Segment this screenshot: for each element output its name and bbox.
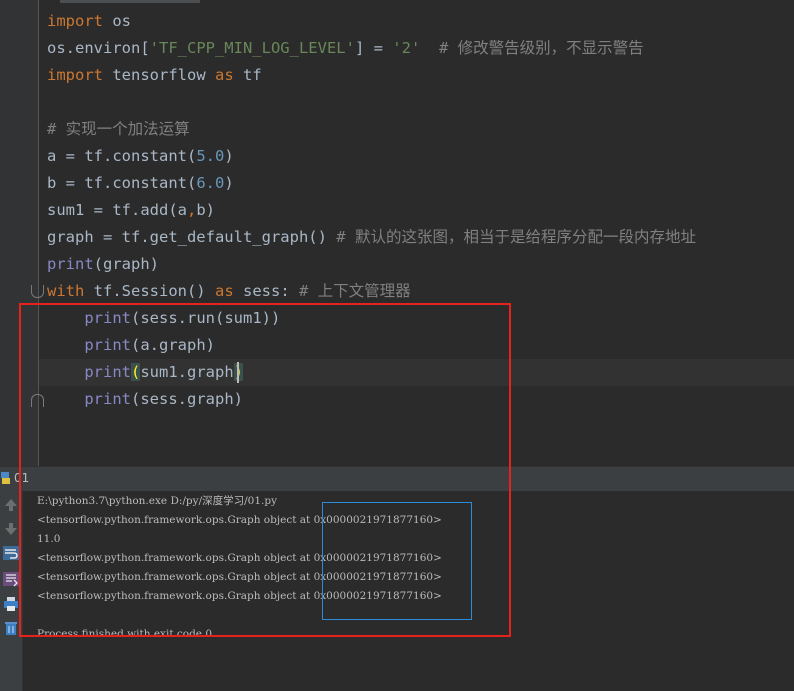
- code-token: os: [103, 12, 131, 30]
- code-token: (graph): [93, 255, 159, 273]
- code-token: b = tf.constant(: [47, 174, 197, 192]
- code-token: as: [214, 66, 234, 84]
- code-token: ,: [186, 201, 197, 219]
- code-line[interactable]: b = tf.constant(6.0): [47, 170, 234, 197]
- code-token: '2': [392, 39, 421, 57]
- code-token: graph = tf.get_default_graph(): [47, 228, 337, 246]
- code-token: tensorflow: [103, 66, 215, 84]
- code-token: a = tf.constant(: [47, 147, 197, 165]
- print-icon[interactable]: [2, 595, 20, 613]
- code-token: import: [47, 66, 103, 84]
- trash-icon[interactable]: [2, 619, 20, 637]
- code-line[interactable]: sum1 = tf.add(a,b): [47, 197, 215, 224]
- code-line[interactable]: graph = tf.get_default_graph() # 默认的这张图，…: [47, 224, 696, 251]
- code-token: # 修改警告级别，不显示警告: [420, 39, 644, 57]
- code-token: sum1 = tf.add(a: [47, 201, 187, 219]
- code-line[interactable]: import os: [47, 8, 131, 35]
- code-token: tf: [233, 66, 262, 84]
- code-token: with: [47, 282, 85, 300]
- code-line[interactable]: print(graph): [47, 251, 159, 278]
- code-token: os.environ[: [47, 39, 150, 57]
- soft-wrap-icon[interactable]: [2, 544, 20, 562]
- code-token: sess:: [233, 282, 299, 300]
- code-line[interactable]: os.environ['TF_CPP_MIN_LOG_LEVEL'] = '2'…: [47, 35, 644, 62]
- code-token: b): [196, 201, 215, 219]
- code-line[interactable]: # 实现一个加法运算: [47, 116, 190, 143]
- code-token: 5.0: [196, 147, 225, 165]
- code-token: as: [214, 282, 234, 300]
- code-line[interactable]: with tf.Session() as sess: # 上下文管理器: [47, 278, 411, 305]
- code-token: 6.0: [196, 174, 225, 192]
- blue-annotation-box: [322, 502, 472, 620]
- code-token: # 默认的这张图，相当于是给程序分配一段内存地址: [336, 228, 696, 246]
- code-token: # 实现一个加法运算: [47, 120, 190, 138]
- code-token: import: [47, 12, 103, 30]
- code-token: ): [224, 174, 234, 192]
- fold-marker-with-icon[interactable]: [31, 285, 44, 298]
- code-line[interactable]: a = tf.constant(5.0): [47, 143, 234, 170]
- editor-tab-strip: [60, 0, 200, 3]
- code-token: 'TF_CPP_MIN_LOG_LEVEL': [149, 39, 355, 57]
- up-arrow-icon[interactable]: [2, 496, 20, 514]
- down-arrow-icon[interactable]: [2, 520, 20, 538]
- scroll-to-end-icon[interactable]: [2, 570, 20, 588]
- code-token: tf.Session(): [84, 282, 215, 300]
- code-token: print: [47, 255, 94, 273]
- python-run-icon[interactable]: [0, 470, 11, 486]
- code-token: ): [224, 147, 234, 165]
- code-token: # 上下文管理器: [298, 282, 411, 300]
- code-token: ] =: [354, 39, 393, 57]
- code-line[interactable]: import tensorflow as tf: [47, 62, 262, 89]
